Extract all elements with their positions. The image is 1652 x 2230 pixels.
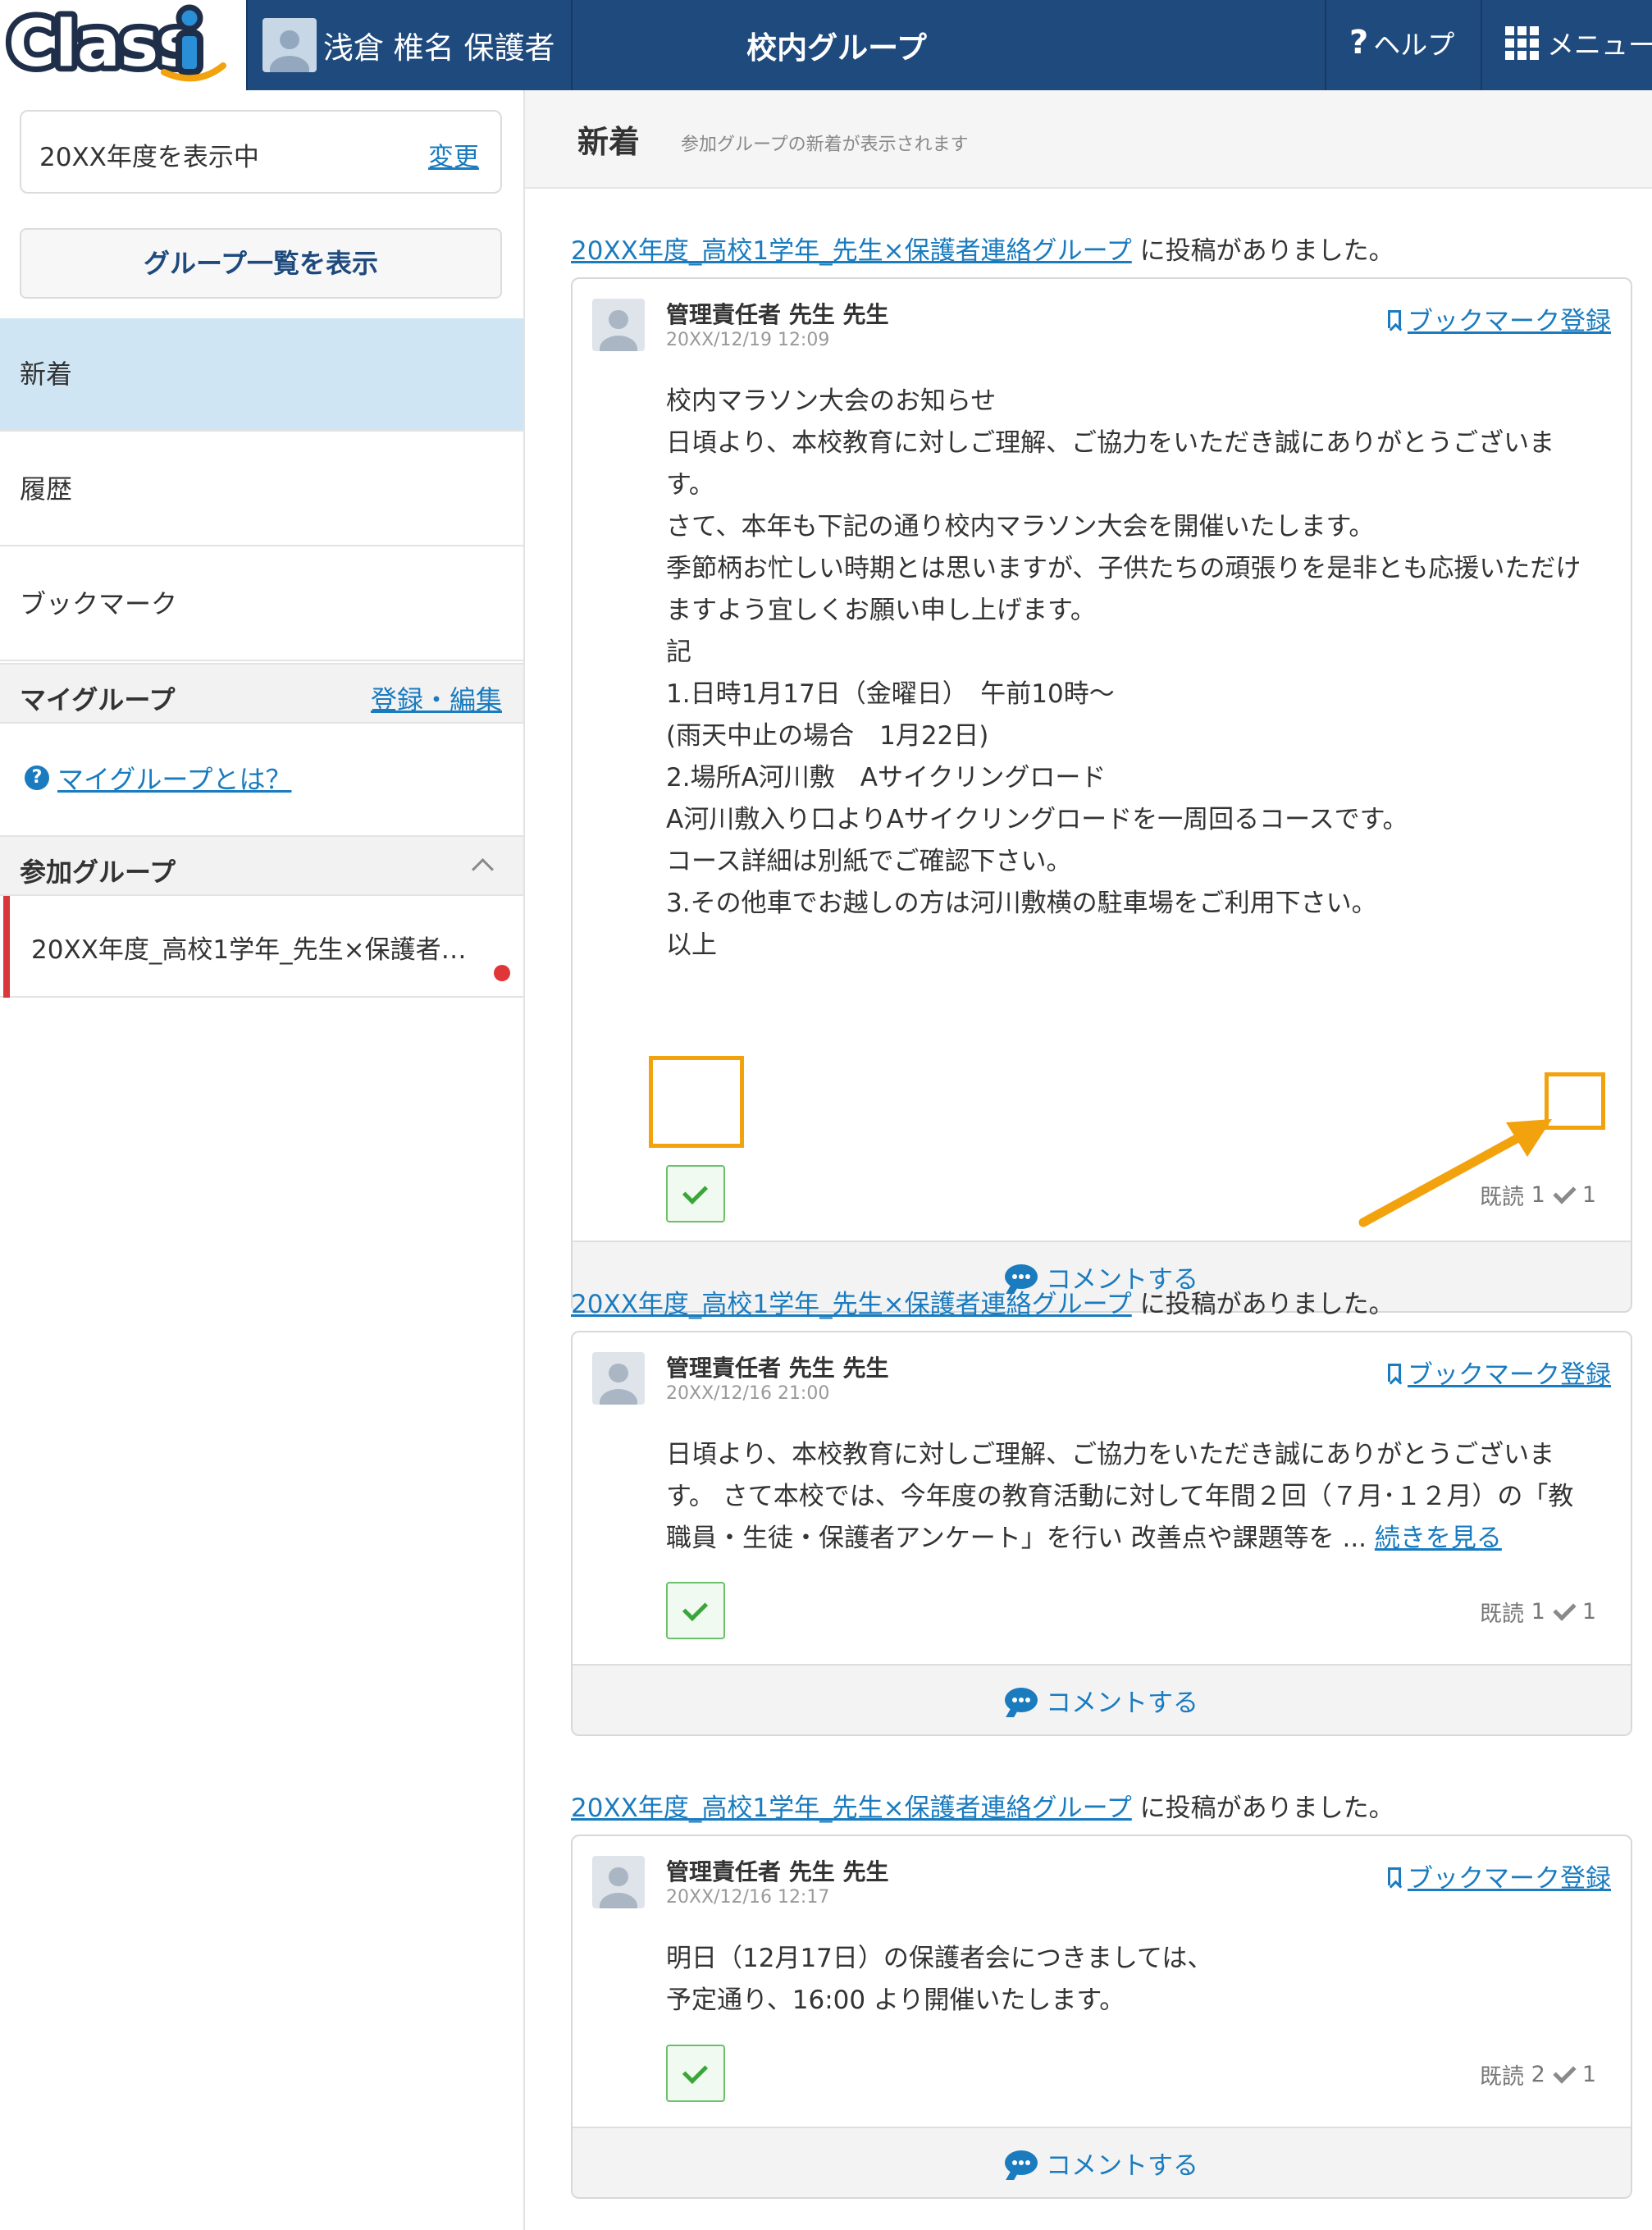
annotation-arrow: [1358, 1119, 1552, 1227]
